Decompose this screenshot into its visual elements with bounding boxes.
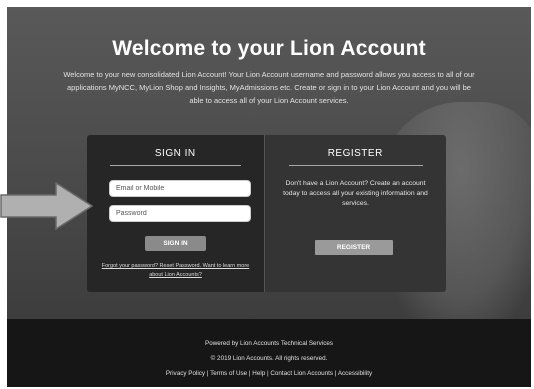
page-title: Welcome to your Lion Account (112, 37, 426, 60)
email-field[interactable] (109, 180, 251, 197)
footer-copyright: © 2019 Lion Accounts. All rights reserve… (210, 355, 328, 362)
footer-links[interactable]: Privacy Policy | Terms of Use | Help | C… (7, 370, 531, 377)
password-field[interactable] (109, 205, 251, 222)
signin-panel: SIGN IN SIGN IN Forgot your password? Re… (87, 135, 264, 292)
signin-button[interactable]: SIGN IN (145, 236, 206, 251)
register-panel: REGISTER Don't have a Lion Account? Crea… (263, 135, 446, 292)
register-divider (288, 165, 423, 166)
register-description: Don't have a Lion Account? Create an acc… (283, 180, 428, 207)
register-heading: REGISTER (327, 148, 383, 159)
hero-section: Welcome to your Lion Account Welcome to … (7, 7, 531, 319)
intro-paragraph: Welcome to your new consolidated Lion Ac… (63, 70, 475, 105)
signin-divider (110, 165, 241, 166)
register-button[interactable]: REGISTER (314, 240, 393, 255)
right-arrow-icon (0, 182, 93, 230)
footer-powered-by: Powered by Lion Accounts Technical Servi… (205, 340, 333, 347)
forgot-password-link[interactable]: Forgot your password? Reset Password. Wa… (101, 262, 250, 280)
site-footer: Powered by Lion Accounts Technical Servi… (7, 319, 531, 387)
signin-heading: SIGN IN (154, 148, 196, 159)
account-card: SIGN IN SIGN IN Forgot your password? Re… (87, 135, 446, 292)
